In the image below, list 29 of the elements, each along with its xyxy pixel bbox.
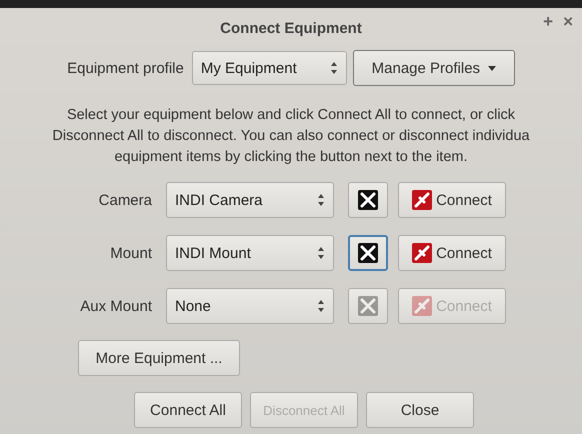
spinner-arrows-icon <box>317 299 325 313</box>
equipment-label: Aux Mount <box>79 298 153 314</box>
maximize-button[interactable]: + <box>540 12 556 32</box>
caret-icon <box>488 66 496 70</box>
profile-label: Equipment profile <box>67 60 184 76</box>
more-equipment-button[interactable]: More Equipment ... <box>78 340 240 376</box>
spinner-arrows-icon <box>317 246 325 260</box>
dialog-button[interactable]: Connect All <box>134 392 242 428</box>
instruction-text: Select your equipment below and click Connect All to connect, or click <box>66 106 516 125</box>
window-title: Connect Equipment <box>220 20 362 36</box>
equipment-label: Camera <box>98 192 153 208</box>
connect-button[interactable]: Connect <box>398 182 506 218</box>
instruction-text: equipment items by clicking the button next to the item. <box>114 148 468 167</box>
profile-dropdown[interactable]: My Equipment <box>192 51 347 85</box>
equipment-dropdown[interactable]: INDI Mount <box>166 235 334 271</box>
equipment-dropdown[interactable]: INDI Camera <box>166 182 334 218</box>
settings-button[interactable] <box>348 235 388 271</box>
manage-profiles-button[interactable]: Manage Profiles <box>352 50 515 86</box>
plug-icon <box>412 243 432 263</box>
instruction-text: Disconnect All to disconnect. You can also connect or disconnect individua <box>52 127 530 146</box>
close-button[interactable]: × <box>560 12 576 32</box>
spinner-arrows-icon <box>317 193 325 207</box>
settings-button[interactable] <box>348 182 388 218</box>
dialog-button[interactable]: Close <box>366 392 474 428</box>
connect-button[interactable]: Connect <box>398 235 506 271</box>
plug-icon <box>412 190 432 210</box>
spinner-arrows-icon <box>330 61 338 75</box>
equipment-label: Mount <box>109 244 153 262</box>
plug-icon <box>412 296 432 316</box>
